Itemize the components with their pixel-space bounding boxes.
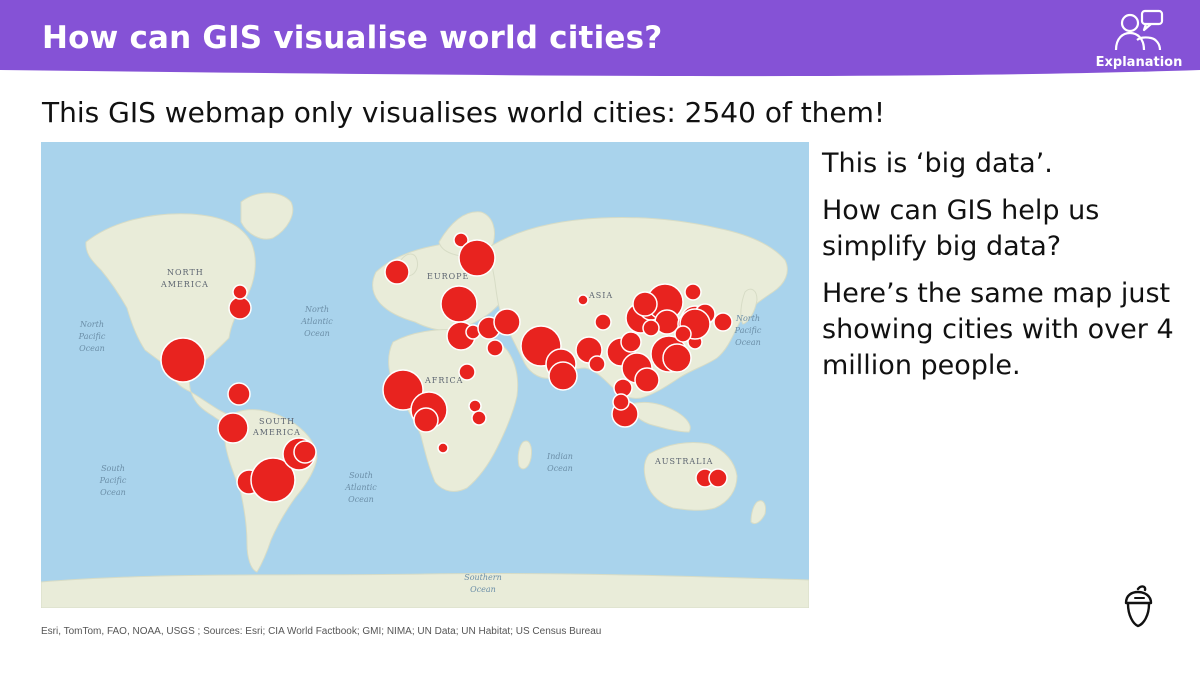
city-marker[interactable]	[486, 339, 504, 357]
antarctica-land	[41, 572, 809, 608]
city-marker[interactable]	[642, 319, 660, 337]
side-text-line-2: How can GIS help us simplify big data?	[822, 195, 1100, 262]
label-southern-1: Southern	[464, 573, 502, 582]
label-south-atlantic-3: Ocean	[348, 495, 374, 504]
city-marker[interactable]	[293, 440, 317, 464]
city-marker[interactable]	[458, 363, 476, 381]
acorn-logo-icon	[1124, 585, 1153, 628]
label-south-atlantic-1: South	[349, 471, 373, 480]
city-marker[interactable]	[612, 393, 630, 411]
label-north-pacific-e-3: Ocean	[735, 338, 761, 347]
explanation-badge: Explanation	[1088, 6, 1190, 78]
city-marker[interactable]	[160, 337, 206, 383]
city-marker[interactable]	[708, 468, 728, 488]
city-marker[interactable]	[713, 312, 733, 332]
city-marker[interactable]	[413, 407, 439, 433]
city-marker[interactable]	[384, 259, 410, 285]
label-north-pacific-e-2: Pacific	[734, 326, 762, 335]
city-marker[interactable]	[594, 313, 612, 331]
label-north-america-2: AMERICA	[160, 280, 209, 289]
city-marker[interactable]	[227, 382, 251, 406]
label-north-america-1: NORTH	[167, 268, 204, 277]
label-europe: EUROPE	[427, 272, 469, 281]
city-marker[interactable]	[458, 239, 496, 277]
slide-title: How can GIS visualise world cities?	[42, 20, 663, 56]
map-canvas[interactable]: NORTH AMERICA SOUTH AMERICA EUROPE ASIA …	[41, 142, 809, 608]
label-africa: AFRICA	[424, 376, 463, 385]
label-southern-2: Ocean	[470, 585, 496, 594]
city-marker[interactable]	[493, 308, 521, 336]
badge-label: Explanation	[1095, 55, 1183, 70]
label-north-pacific-w-2: Pacific	[78, 332, 106, 341]
subtitle: This GIS webmap only visualises world ci…	[42, 96, 886, 129]
city-marker[interactable]	[674, 325, 692, 343]
label-north-pacific-w-3: Ocean	[79, 344, 105, 353]
label-south-america-2: AMERICA	[252, 428, 301, 437]
people-chat-icon	[1114, 9, 1164, 51]
label-indian-1: Indian	[546, 452, 573, 461]
city-marker[interactable]	[634, 367, 660, 393]
label-south-atlantic-2: Atlantic	[344, 483, 377, 492]
label-south-pacific-2: Pacific	[99, 476, 127, 485]
label-north-atlantic-3: Ocean	[304, 329, 330, 338]
label-south-pacific-1: South	[101, 464, 125, 473]
label-asia: ASIA	[588, 291, 613, 300]
city-marker[interactable]	[468, 399, 482, 413]
label-south-america-1: SOUTH	[259, 417, 295, 426]
city-marker[interactable]	[662, 343, 692, 373]
side-text: This is ‘big data’. How can GIS help us …	[822, 146, 1182, 395]
label-north-atlantic-1: North	[304, 305, 329, 314]
map-credit: Esri, TomTom, FAO, NOAA, USGS ; Sources:…	[41, 626, 602, 637]
label-indian-2: Ocean	[547, 464, 573, 473]
label-north-pacific-w-1: North	[79, 320, 104, 329]
city-marker[interactable]	[217, 412, 249, 444]
city-marker[interactable]	[632, 291, 658, 317]
label-north-pacific-e-1: North	[735, 314, 760, 323]
city-marker[interactable]	[440, 285, 478, 323]
city-marker[interactable]	[228, 296, 252, 320]
city-marker[interactable]	[577, 294, 589, 306]
label-south-pacific-3: Ocean	[100, 488, 126, 497]
side-text-line-3: Here’s the same map just showing cities …	[822, 278, 1174, 381]
label-australia: AUSTRALIA	[654, 457, 713, 466]
city-marker[interactable]	[232, 284, 248, 300]
city-marker[interactable]	[684, 283, 702, 301]
city-marker[interactable]	[620, 331, 642, 353]
city-marker[interactable]	[588, 355, 606, 373]
label-north-atlantic-2: Atlantic	[300, 317, 333, 326]
side-text-line-1: This is ‘big data’.	[822, 148, 1053, 179]
city-marker[interactable]	[471, 410, 487, 426]
city-marker[interactable]	[548, 361, 578, 391]
city-marker[interactable]	[437, 442, 449, 454]
world-cities-map[interactable]: NORTH AMERICA SOUTH AMERICA EUROPE ASIA …	[41, 142, 809, 608]
